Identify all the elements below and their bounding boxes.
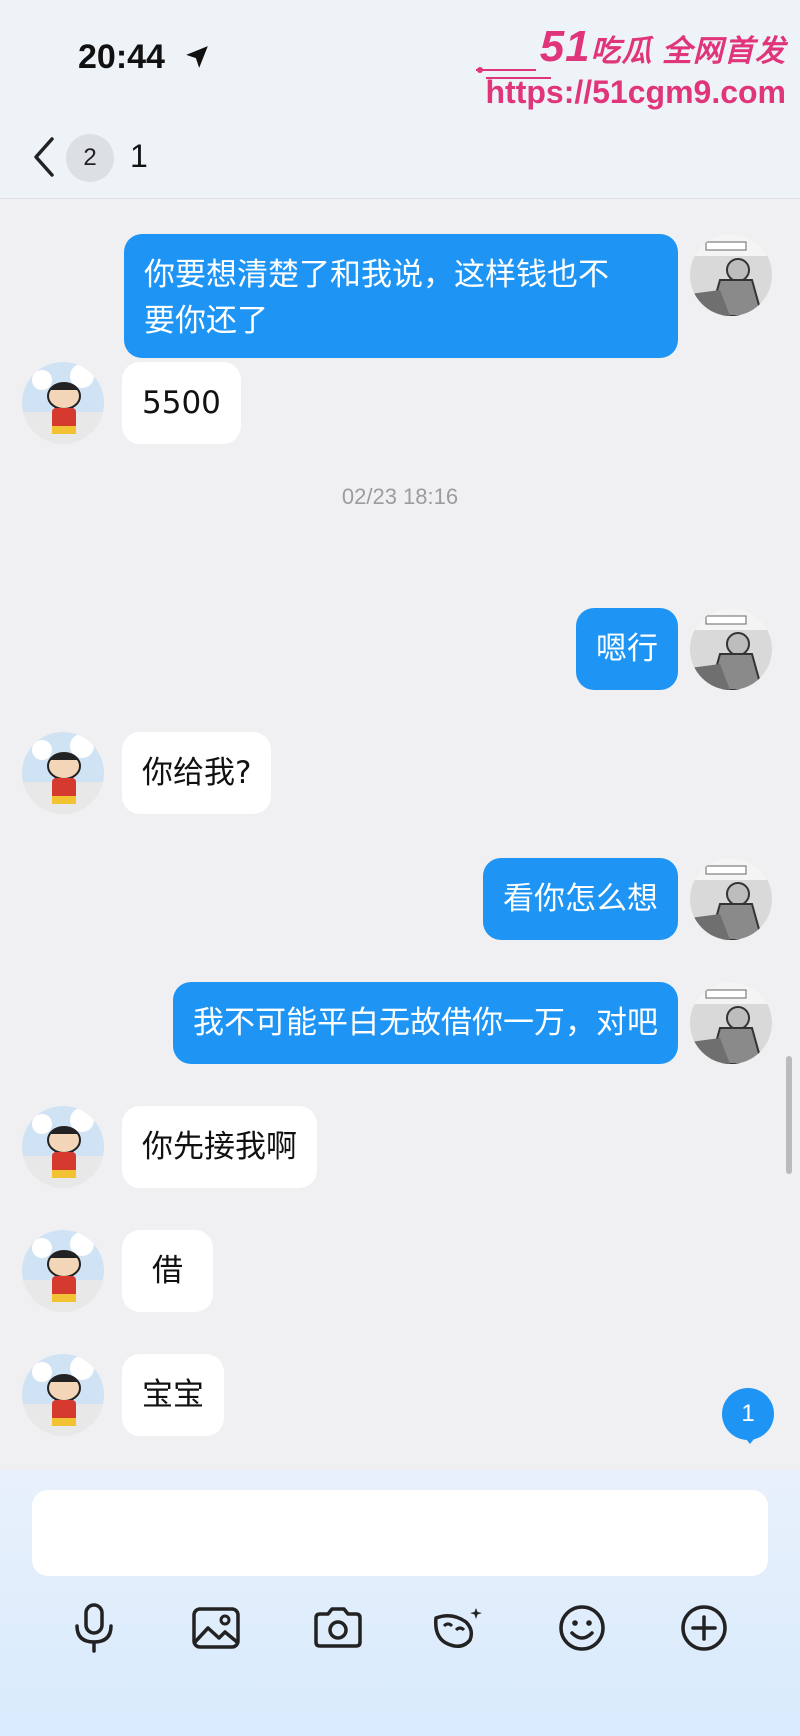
watermark: 51吃瓜 全网首发 https://51cgm9.com: [476, 10, 792, 110]
avatar-self[interactable]: [690, 608, 772, 690]
watermark-url: https://51cgm9.com: [485, 74, 786, 110]
chat-screen: 20:44 51吃瓜 全网首发 https://51cgm9.com 2 1 你…: [0, 0, 800, 1736]
new-message-count: 1: [722, 1388, 774, 1440]
camera-icon: [314, 1607, 362, 1648]
watermark-brand-text: 吃瓜 全网首发: [590, 35, 786, 68]
avatar-self[interactable]: [690, 234, 772, 316]
incoming-bubble[interactable]: 借: [122, 1230, 213, 1312]
microphone-button[interactable]: [64, 1598, 124, 1658]
emoji-button[interactable]: [552, 1598, 612, 1658]
avatar-contact[interactable]: [22, 1230, 104, 1312]
outgoing-bubble[interactable]: 我不可能平白无故借你一万，对吧: [173, 982, 678, 1064]
incoming-bubble[interactable]: 你给我?: [122, 732, 272, 814]
emoji-icon: [559, 1605, 605, 1651]
more-button[interactable]: [674, 1598, 734, 1658]
composer: [0, 1470, 800, 1736]
message-list[interactable]: 你要想清楚了和我说，这样钱也不 要你还了 5500 02/23 18:16 嗯行…: [0, 198, 800, 1470]
incoming-bubble[interactable]: 5500: [122, 362, 241, 444]
plus-icon: [681, 1605, 727, 1651]
avatar-self[interactable]: [690, 982, 772, 1064]
avatar-contact[interactable]: [22, 1354, 104, 1436]
message-text: 宝宝: [142, 1377, 204, 1413]
avatar-self[interactable]: [690, 858, 772, 940]
scrollbar[interactable]: [786, 1056, 792, 1174]
message-text: 你给我?: [142, 755, 252, 791]
message-timestamp: 02/23 18:16: [341, 484, 459, 509]
avatar-contact[interactable]: [22, 1106, 104, 1188]
message-text: 嗯行: [596, 631, 658, 667]
status-bar: 20:44 51吃瓜 全网首发 https://51cgm9.com: [0, 0, 800, 120]
message-text: 你先接我啊: [142, 1129, 297, 1165]
chat-title[interactable]: 1: [130, 138, 148, 175]
unread-count-badge[interactable]: 2: [66, 134, 114, 182]
avatar-contact[interactable]: [22, 362, 104, 444]
outgoing-bubble[interactable]: 看你怎么想: [483, 858, 678, 940]
new-message-badge[interactable]: 1: [722, 1388, 774, 1444]
image-button[interactable]: [186, 1598, 246, 1658]
message-text-line: 要你还了: [144, 303, 268, 339]
chat-header: 2 1: [0, 120, 800, 199]
microphone-icon: [75, 1603, 113, 1653]
message-text: 看你怎么想: [503, 881, 658, 917]
message-text: 5500: [142, 385, 221, 421]
watermark-brand-number: 51: [539, 22, 591, 71]
watermark-brand: 51吃瓜 全网首发: [540, 22, 786, 72]
status-time: 20:44: [78, 38, 165, 76]
badge-tail: [742, 1434, 758, 1444]
message-text: 我不可能平白无故借你一万，对吧: [193, 1005, 658, 1041]
message-text-line: 你要想清楚了和我说，这样钱也不: [144, 257, 609, 293]
image-icon: [192, 1607, 240, 1649]
outgoing-bubble[interactable]: 嗯行: [576, 608, 678, 690]
location-arrow-icon: [186, 46, 208, 68]
sticker-icon: [434, 1608, 482, 1648]
composer-toolbar: [0, 1598, 800, 1678]
message-text: 借: [152, 1253, 183, 1289]
incoming-bubble[interactable]: 你先接我啊: [122, 1106, 317, 1188]
incoming-bubble[interactable]: 宝宝: [122, 1354, 224, 1436]
avatar-contact[interactable]: [22, 732, 104, 814]
camera-button[interactable]: [308, 1598, 368, 1658]
outgoing-bubble[interactable]: 你要想清楚了和我说，这样钱也不 要你还了: [124, 234, 678, 358]
message-input[interactable]: [32, 1490, 768, 1576]
back-button[interactable]: [28, 132, 60, 182]
chevron-left-icon: [34, 137, 54, 177]
sticker-button[interactable]: [428, 1598, 488, 1658]
